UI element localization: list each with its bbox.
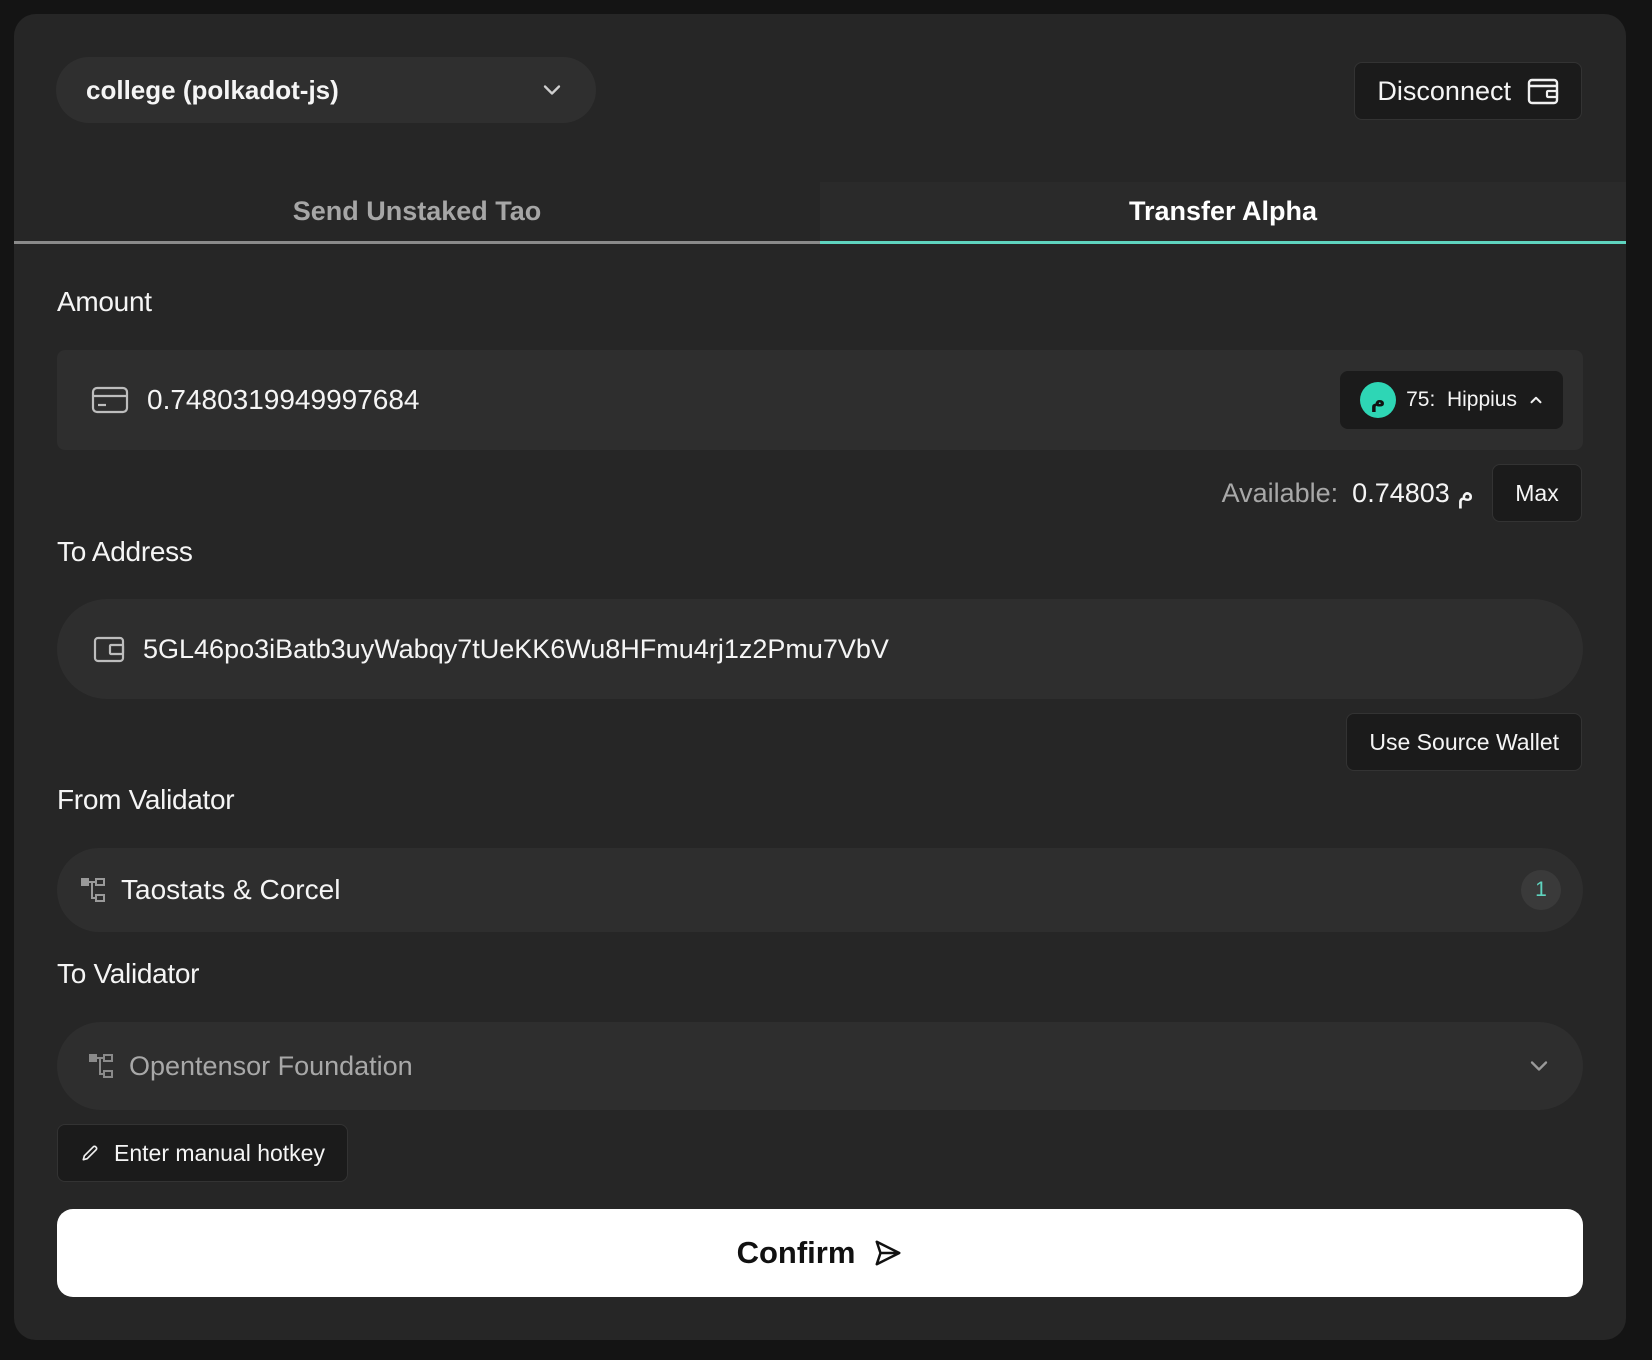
from-validator-field[interactable]: Taostats & Corcel 1 (57, 848, 1583, 932)
to-validator-label: To Validator (57, 958, 200, 989)
wallet-icon (1527, 76, 1559, 106)
disconnect-label: Disconnect (1377, 75, 1511, 106)
enter-manual-hotkey-button[interactable]: Enter manual hotkey (57, 1124, 348, 1182)
from-validator-label: From Validator (57, 784, 235, 815)
to-validator-select[interactable]: Opentensor Foundation (57, 1022, 1583, 1110)
to-address-input[interactable]: 5GL46po3iBatb3uyWabqy7tUeKK6Wu8HFmu4rj1z… (57, 599, 1583, 699)
card-icon (91, 385, 129, 415)
account-label: college (polkadot-js) (86, 74, 339, 105)
use-source-wallet-button[interactable]: Use Source Wallet (1346, 713, 1582, 771)
tab-bar: Send Unstaked Tao Transfer Alpha (14, 182, 1626, 244)
hierarchy-icon (87, 1052, 115, 1080)
tab-send-unstaked-tao[interactable]: Send Unstaked Tao (14, 182, 820, 244)
from-validator-value: Taostats & Corcel (121, 874, 341, 905)
available-label: Available: (1221, 477, 1339, 508)
amount-value: 0.7480319949997684 (147, 384, 420, 415)
wallet-icon (93, 634, 125, 664)
disconnect-button[interactable]: Disconnect (1354, 62, 1582, 120)
subnet-label: 75: Hippius (1406, 388, 1517, 411)
send-icon (873, 1238, 903, 1268)
amount-input[interactable]: 0.7480319949997684 م 75: Hippius (57, 350, 1583, 450)
max-button[interactable]: Max (1492, 464, 1582, 522)
pencil-icon (80, 1143, 100, 1163)
to-validator-placeholder: Opentensor Foundation (129, 1050, 413, 1081)
confirm-button[interactable]: Confirm (57, 1209, 1583, 1297)
chevron-down-icon (538, 76, 566, 104)
transfer-card: college (polkadot-js) Disconnect Send Un… (14, 14, 1626, 1340)
to-address-label: To Address (57, 536, 193, 567)
amount-label: Amount (57, 286, 152, 317)
validator-count-badge: 1 (1521, 870, 1561, 910)
account-select[interactable]: college (polkadot-js) (56, 57, 596, 123)
tab-transfer-alpha[interactable]: Transfer Alpha (820, 182, 1626, 244)
available-value: م 0.74803 (1352, 477, 1474, 508)
available-row: Available: م 0.74803 Max (1222, 464, 1582, 522)
confirm-label: Confirm (736, 1235, 856, 1270)
hierarchy-icon (79, 876, 107, 904)
subnet-badge: م (1360, 382, 1397, 418)
subnet-select[interactable]: م 75: Hippius (1340, 371, 1563, 429)
chevron-up-icon (1527, 391, 1545, 409)
to-address-value: 5GL46po3iBatb3uyWabqy7tUeKK6Wu8HFmu4rj1z… (143, 633, 889, 664)
chevron-down-icon (1525, 1052, 1553, 1080)
manual-hotkey-label: Enter manual hotkey (114, 1139, 325, 1166)
